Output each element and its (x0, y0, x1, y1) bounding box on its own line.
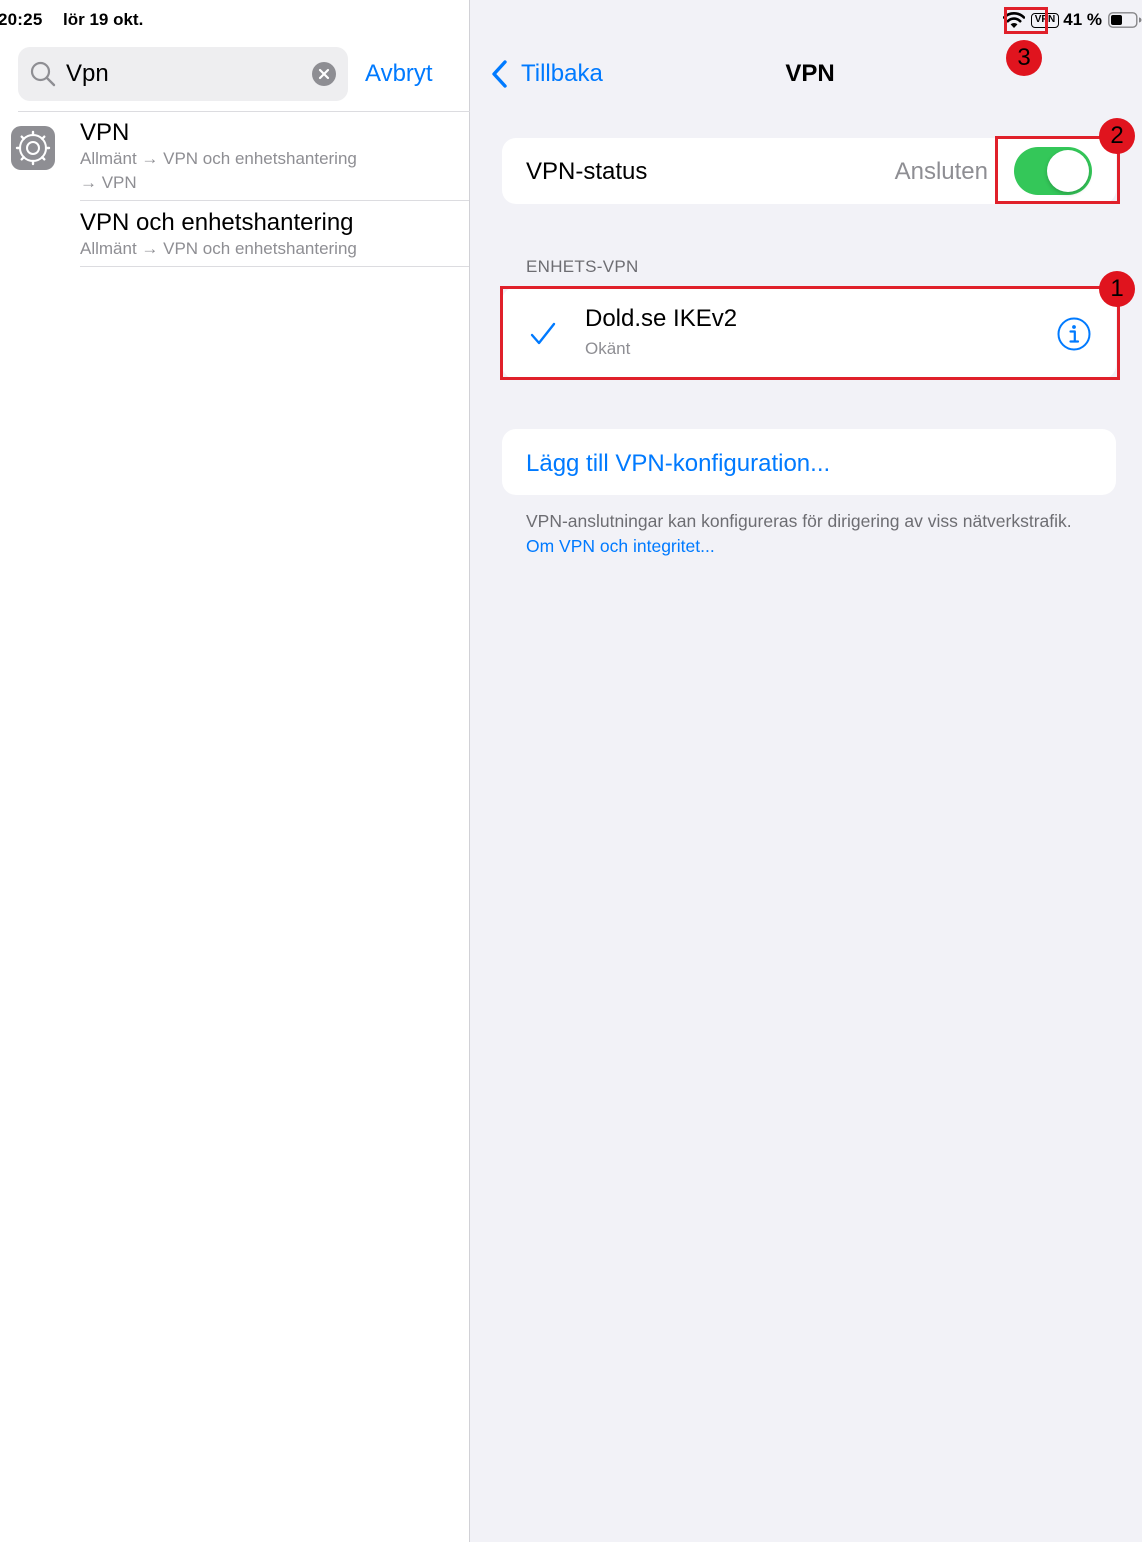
battery-icon (1108, 12, 1142, 28)
result-path: Allmänt → VPN och enhetshantering (80, 149, 357, 168)
chevron-left-icon (492, 60, 507, 88)
page-title: VPN (785, 60, 835, 87)
annotation-number-2: 2 (1099, 118, 1135, 154)
search-result-vpn[interactable]: VPN Allmänt → VPN och enhetshantering → … (80, 119, 469, 195)
back-button[interactable]: Tillbaka (490, 59, 603, 89)
status-time: 20:25 (0, 10, 43, 29)
clear-search-icon[interactable] (312, 62, 336, 86)
vpn-footer-note: VPN-anslutningar kan konfigureras för di… (526, 509, 1086, 559)
settings-gear-icon (11, 126, 55, 170)
search-result-vpn-device-management[interactable]: VPN och enhetshantering Allmänt → VPN oc… (80, 209, 469, 261)
result-title: VPN (80, 119, 130, 146)
privacy-link[interactable]: Om VPN och integritet... (526, 536, 715, 556)
search-icon (30, 61, 56, 87)
result-path: Allmänt → VPN och enhetshantering (80, 239, 357, 258)
cancel-search-button[interactable]: Avbryt (365, 60, 433, 88)
annotation-number-3: 3 (1006, 40, 1042, 76)
search-input[interactable]: Vpn (66, 60, 109, 88)
result-path-continued: → VPN (80, 173, 137, 192)
divider (80, 266, 469, 267)
divider (80, 200, 469, 201)
annotation-box-1 (500, 286, 1120, 380)
back-label: Tillbaka (521, 60, 603, 87)
vpn-status-value: Ansluten (894, 158, 988, 185)
result-title: VPN och enhetshantering (80, 209, 354, 236)
search-field[interactable]: Vpn (18, 47, 348, 101)
section-header-device-vpn: ENHETS-VPN (526, 257, 639, 276)
divider (18, 111, 470, 112)
annotation-box-3 (1004, 7, 1048, 34)
sidebar: Vpn Avbryt VPN Allmänt → VPN och enhetsh… (0, 0, 470, 1542)
battery-percentage: 41 % (1063, 10, 1102, 29)
footer-text: VPN-anslutningar kan konfigureras för di… (526, 511, 1072, 531)
status-date: lör 19 okt. (63, 10, 144, 29)
vpn-status-label: VPN-status (526, 158, 648, 185)
annotation-number-1: 1 (1099, 271, 1135, 307)
add-vpn-config-button[interactable]: Lägg till VPN-konfiguration... (526, 450, 830, 478)
